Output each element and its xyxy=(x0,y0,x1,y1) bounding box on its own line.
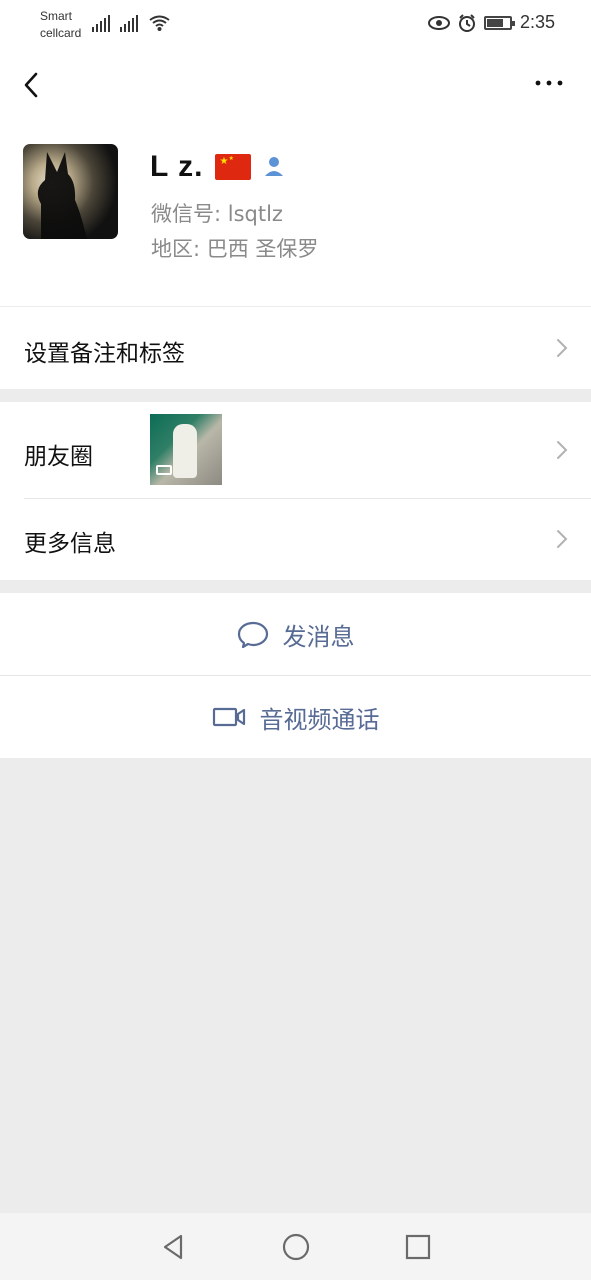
carrier-line-2: cellcard xyxy=(40,26,82,40)
battery-icon xyxy=(483,15,515,30)
carrier-line-1: Smart xyxy=(40,9,73,23)
person-icon xyxy=(265,157,284,176)
clock-time: 2:35 xyxy=(519,12,555,32)
signal-strength-icon xyxy=(120,14,138,32)
profile-header: L z. ★ ★ 微信号: lsqtlz 地区: 巴西 圣保罗 xyxy=(0,120,591,306)
moments-thumbnail xyxy=(150,414,222,485)
carrier-label: Smart cellcard xyxy=(40,8,81,42)
alarm-icon xyxy=(458,13,475,32)
battery-fill xyxy=(486,18,503,27)
more-options-button[interactable] xyxy=(533,76,565,90)
china-flag-icon: ★ ★ xyxy=(215,154,252,180)
recent-apps-square-icon[interactable] xyxy=(403,1232,433,1262)
send-message-button[interactable]: 发消息 xyxy=(0,593,591,675)
avatar[interactable] xyxy=(23,144,118,239)
moments-person-image xyxy=(173,424,197,478)
avatar-silhouette-icon xyxy=(37,152,87,239)
chevron-right-icon xyxy=(557,441,568,459)
chat-bubble-icon xyxy=(237,621,268,648)
video-call-button[interactable]: 音视频通话 xyxy=(0,676,591,758)
moments-row[interactable]: 朋友圈 xyxy=(0,402,591,499)
status-bar: Smart cellcard 2:35 xyxy=(0,0,591,50)
region: 地区: 巴西 圣保罗 xyxy=(151,237,319,261)
system-navigation-bar xyxy=(0,1213,591,1280)
moments-label: 朋友圈 xyxy=(24,444,93,470)
more-info-label: 更多信息 xyxy=(24,531,116,557)
video-icon xyxy=(156,465,172,475)
chevron-right-icon xyxy=(557,530,568,548)
more-info-row[interactable]: 更多信息 xyxy=(0,499,591,580)
home-circle-icon[interactable] xyxy=(281,1232,311,1262)
profile-name: L z. xyxy=(150,150,204,183)
wifi-icon xyxy=(149,15,170,31)
right-status-icons: 2:35 xyxy=(427,12,555,33)
video-call-label: 音视频通话 xyxy=(259,705,380,734)
signal-icons xyxy=(92,14,171,32)
wechat-id: 微信号: lsqtlz xyxy=(151,202,283,226)
eye-icon xyxy=(427,15,450,30)
send-message-label: 发消息 xyxy=(282,622,355,651)
back-triangle-icon[interactable] xyxy=(159,1232,189,1262)
signal-strength-icon xyxy=(92,14,110,32)
chevron-right-icon xyxy=(557,339,568,357)
remark-tags-label: 设置备注和标签 xyxy=(24,341,185,367)
remark-tags-row[interactable]: 设置备注和标签 xyxy=(0,307,591,389)
back-button[interactable] xyxy=(18,68,48,102)
top-navigation-bar xyxy=(0,50,591,120)
video-camera-icon xyxy=(212,707,245,727)
profile-name-row: L z. ★ ★ xyxy=(150,150,285,184)
